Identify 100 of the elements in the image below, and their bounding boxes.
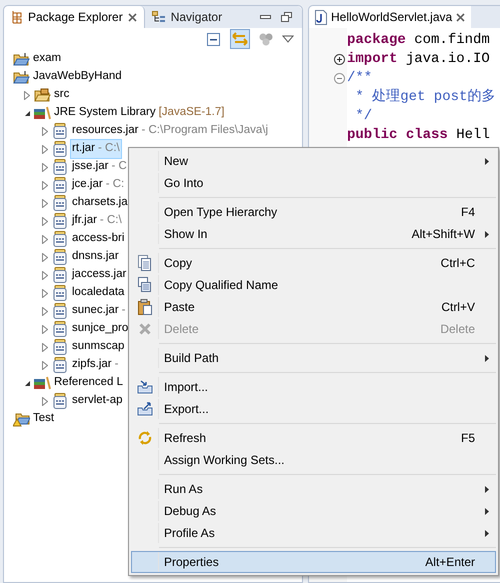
tree-item[interactable]: charsets.ja <box>70 193 130 213</box>
tree-item[interactable]: jsse.jar - C <box>70 157 129 177</box>
menu-item[interactable]: Debug As <box>131 500 496 522</box>
warning-folder-icon <box>12 411 30 427</box>
view-menu-icon[interactable] <box>282 35 294 43</box>
copy-icon <box>138 277 152 293</box>
menu-item[interactable]: Build Path <box>131 347 496 369</box>
jar-icon <box>53 123 67 139</box>
tree-item[interactable]: rt.jar - C:\ <box>70 139 122 159</box>
jar-icon <box>53 231 67 247</box>
jar-icon <box>53 321 67 337</box>
link-arrows-icon[interactable] <box>230 29 250 49</box>
expand-fold-icon[interactable] <box>334 54 345 65</box>
collapsed-arrow-icon[interactable] <box>42 180 48 190</box>
java-file-icon <box>315 10 327 24</box>
view-tab[interactable]: Navigator <box>144 6 230 28</box>
close-icon[interactable] <box>456 12 466 22</box>
tree-item[interactable]: sunjce_pro <box>70 319 130 339</box>
code-comment: /** <box>347 69 374 88</box>
tree-item[interactable]: localedata <box>70 283 126 303</box>
collapsed-arrow-icon[interactable] <box>42 306 48 316</box>
tree-item[interactable]: servlet-ap <box>70 391 124 411</box>
collapsed-arrow-icon[interactable] <box>42 324 48 334</box>
collapsed-arrow-icon[interactable] <box>42 162 48 172</box>
tree-item[interactable]: JavaWebByHand <box>31 67 124 87</box>
menu-item[interactable]: Paste Ctrl+V <box>131 296 496 318</box>
jar-icon <box>53 177 67 193</box>
jar-icon <box>53 303 67 319</box>
clipboard-icon <box>138 299 152 315</box>
tree-item[interactable]: Test <box>31 409 56 429</box>
view-tab[interactable]: Package Explorer <box>4 6 145 28</box>
delete-icon <box>139 323 151 335</box>
menu-item[interactable]: Run As <box>131 478 496 500</box>
tree-item[interactable]: dnsns.jar <box>70 247 121 267</box>
tree-item[interactable]: exam <box>31 49 64 69</box>
minimize-icon[interactable] <box>260 15 271 19</box>
menu-item[interactable]: Open Type Hierarchy F4 <box>131 201 496 223</box>
jar-icon <box>53 159 67 175</box>
collapsed-arrow-icon[interactable] <box>42 342 48 352</box>
tree-item[interactable]: JRE System Library [JavaSE-1.7] <box>52 103 226 123</box>
maximize-icon[interactable] <box>281 12 292 22</box>
collapsed-arrow-icon[interactable] <box>42 198 48 208</box>
jar-icon <box>53 195 67 211</box>
menu-item[interactable]: Show In Alt+Shift+W <box>131 223 496 245</box>
balls-icon[interactable] <box>258 31 274 47</box>
collapsed-arrow-icon[interactable] <box>42 252 48 262</box>
code-comment: */ <box>354 107 374 126</box>
collapse-fold-icon[interactable] <box>334 73 345 84</box>
code-line: package com.findm <box>347 31 491 50</box>
menu-item[interactable]: Export... <box>131 398 496 420</box>
hierarchy-icon <box>152 11 166 23</box>
collapsed-arrow-icon[interactable] <box>42 126 48 136</box>
collapsed-arrow-icon[interactable] <box>42 360 48 370</box>
close-icon[interactable] <box>128 12 137 22</box>
code-line: import java.io.IO <box>347 50 491 69</box>
jar-icon <box>53 213 67 229</box>
collapse-all-icon[interactable] <box>206 31 222 47</box>
tree-item[interactable]: access-bri <box>70 229 126 249</box>
collapsed-arrow-icon[interactable] <box>42 396 48 406</box>
collapsed-arrow-icon[interactable] <box>42 216 48 226</box>
export-icon <box>137 402 153 416</box>
refresh-icon <box>138 431 152 445</box>
menu-item[interactable]: Copy Ctrl+C <box>131 252 496 274</box>
import-icon <box>137 380 153 394</box>
menu-item[interactable]: Go Into <box>131 172 496 194</box>
jar-icon <box>53 141 67 157</box>
tree-item[interactable]: resources.jar - C:\Program Files\Java\j <box>70 121 270 141</box>
package-folder-icon <box>34 88 50 102</box>
books-icon <box>33 376 51 390</box>
menu-item[interactable]: Properties Alt+Enter <box>131 551 496 573</box>
jar-icon <box>53 393 67 409</box>
collapsed-arrow-icon[interactable] <box>42 234 48 244</box>
collapsed-arrow-icon[interactable] <box>42 144 48 154</box>
copy-icon <box>138 255 152 271</box>
tree-item[interactable]: zipfs.jar - <box>70 355 120 375</box>
expanded-arrow-icon[interactable] <box>24 380 30 386</box>
collapsed-arrow-icon[interactable] <box>24 90 30 100</box>
menu-item[interactable]: New <box>131 150 496 172</box>
folder-icon <box>12 70 30 84</box>
menu-item[interactable]: Copy Qualified Name <box>131 274 496 296</box>
jar-icon <box>53 249 67 265</box>
menu-item[interactable]: Refresh F5 <box>131 427 496 449</box>
menu-item[interactable]: Import... <box>131 376 496 398</box>
expanded-arrow-icon[interactable] <box>24 110 30 116</box>
editor-tab[interactable]: HelloWorldServlet.java <box>309 6 472 28</box>
jar-icon <box>53 339 67 355</box>
tree-item[interactable]: jfr.jar - C:\ <box>70 211 124 231</box>
collapsed-arrow-icon[interactable] <box>42 288 48 298</box>
tree-item[interactable]: Referenced L <box>52 373 126 393</box>
menu-item[interactable]: Assign Working Sets... <box>131 449 496 471</box>
tree-item[interactable]: jaccess.jar <box>70 265 128 285</box>
tree-item[interactable]: src <box>52 85 72 105</box>
tree-item[interactable]: sunec.jar - <box>70 301 128 321</box>
folder-icon <box>12 52 30 66</box>
jar-icon <box>53 267 67 283</box>
collapsed-arrow-icon[interactable] <box>42 270 48 280</box>
menu-item[interactable]: Profile As <box>131 522 496 544</box>
tree-item[interactable]: jce.jar - C: <box>70 175 126 195</box>
code-line: public class Hell <box>347 126 491 145</box>
tree-item[interactable]: sunmscap <box>70 337 126 357</box>
